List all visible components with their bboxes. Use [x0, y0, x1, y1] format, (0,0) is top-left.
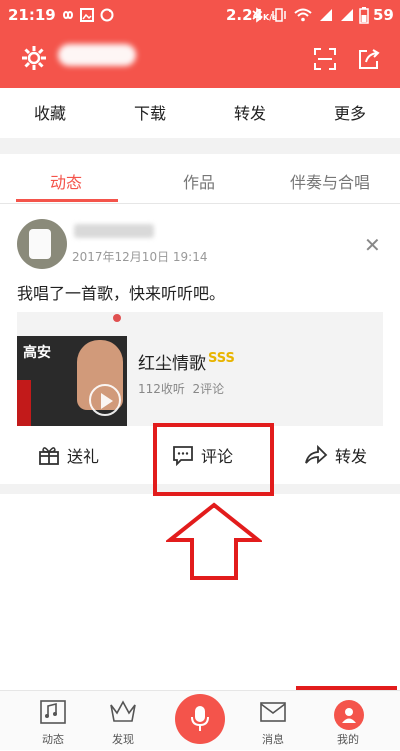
profile-icon[interactable]: [334, 700, 364, 730]
nav-messages-label: 消息: [262, 733, 284, 746]
feed-icon: [40, 700, 66, 724]
cover-text: 高安: [23, 345, 51, 361]
close-icon[interactable]: ✕: [364, 233, 381, 257]
infinity-icon: [62, 11, 74, 19]
nav-messages[interactable]: 消息: [243, 691, 303, 751]
post-username-blurred: [74, 224, 154, 238]
play-count: 112收听: [138, 382, 185, 396]
blurred-username: [58, 44, 136, 66]
avatar[interactable]: [17, 219, 67, 269]
battery-icon: [359, 7, 369, 24]
annotation-arrow: [166, 502, 262, 580]
post-date: 2017年12月10日 19:14: [72, 250, 208, 264]
gift-button[interactable]: 送礼: [38, 443, 99, 467]
gift-icon: [39, 447, 59, 465]
signal-icon: [320, 9, 332, 21]
play-icon[interactable]: [89, 384, 121, 416]
song-stats: 112收听 2评论: [138, 380, 224, 397]
forward-button[interactable]: 转发: [304, 443, 367, 467]
tab-works[interactable]: 作品: [183, 169, 215, 193]
status-bar: 21:19 2.24K/s 59: [0, 0, 400, 30]
forward-label: 转发: [335, 447, 368, 466]
song-cover[interactable]: 高安: [17, 336, 127, 426]
bluetooth-icon: [252, 7, 263, 23]
microphone-icon: [191, 706, 209, 731]
tab-accompaniment[interactable]: 伴奏与合唱: [290, 169, 370, 193]
status-time: 21:19: [8, 6, 56, 24]
post-text: 我唱了一首歌，快来听听吧。: [17, 284, 226, 303]
image-notification-icon: [80, 8, 94, 22]
song-title[interactable]: 红尘情歌: [138, 349, 206, 374]
quick-menu: 收藏 下载 转发 更多: [0, 88, 400, 138]
signal-icon-2: [341, 9, 353, 21]
share-icon[interactable]: [357, 47, 381, 71]
crown-icon: [110, 700, 136, 722]
score-badge: SSS: [208, 351, 235, 366]
gift-label: 送礼: [67, 447, 100, 466]
tab-bar: 动态 作品 伴奏与合唱: [0, 154, 400, 204]
battery-level: 59: [373, 6, 394, 24]
nav-discover[interactable]: 发现: [93, 691, 153, 751]
menu-favorites[interactable]: 收藏: [34, 100, 66, 124]
comment-highlight-box: [153, 423, 274, 496]
menu-forward[interactable]: 转发: [234, 100, 266, 124]
wifi-icon: [294, 8, 312, 22]
record-button[interactable]: [175, 694, 225, 744]
section-divider: [0, 138, 400, 154]
gear-icon[interactable]: [20, 44, 48, 72]
scan-icon[interactable]: [313, 47, 337, 71]
nav-feed-label: 动态: [42, 733, 64, 746]
message-icon: [260, 702, 286, 722]
comment-count: 2评论: [192, 382, 225, 396]
menu-more[interactable]: 更多: [334, 100, 366, 124]
sync-icon: [100, 8, 114, 22]
forward-icon: [305, 444, 328, 464]
vibrate-icon: [272, 8, 286, 22]
song-dot: [113, 314, 121, 322]
menu-downloads[interactable]: 下载: [134, 100, 166, 124]
nav-discover-label: 发现: [112, 733, 134, 746]
nav-feed[interactable]: 动态: [23, 691, 83, 751]
tab-active-indicator: [16, 199, 118, 202]
tab-feed[interactable]: 动态: [50, 169, 82, 193]
nav-mine-label: 我的: [337, 733, 359, 746]
